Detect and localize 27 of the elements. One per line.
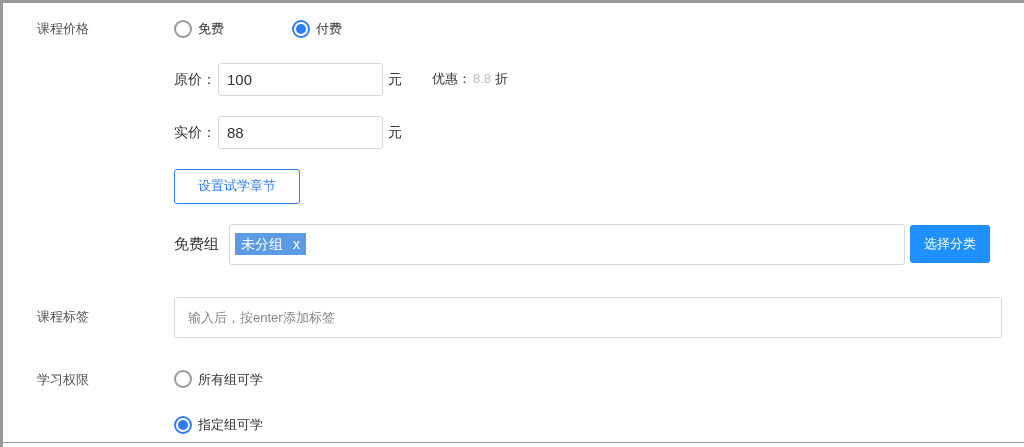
group-field[interactable]: 未分组 x [229, 223, 905, 265]
unit-label: 元 [388, 122, 402, 142]
trial-chapters-button[interactable]: 设置试学章节 [174, 168, 300, 204]
radio-label: 指定组可学 [198, 416, 263, 434]
radio-button[interactable] [292, 19, 310, 38]
tag-label: 未分组 [241, 234, 283, 254]
radio-button[interactable] [174, 415, 192, 434]
section-label: 课程价格 [36, 20, 90, 38]
section-label: 课程标签 [36, 308, 90, 327]
field-label: 免费组 [174, 233, 220, 254]
section-label: 学习权限 [36, 370, 90, 389]
field-label: 实价： [174, 122, 217, 142]
unit-label: 元 [388, 69, 402, 89]
radio-button[interactable] [174, 370, 192, 389]
tags-field[interactable]: 输入后，按enter添加标签 [174, 296, 1002, 338]
radio-label: 付费 [316, 20, 342, 38]
remove-tag-button[interactable]: x [293, 233, 300, 255]
select-category-button[interactable]: 选择分类 [910, 225, 990, 263]
radio-label: 所有组可学 [198, 370, 263, 389]
radio-label: 免费 [198, 20, 224, 38]
radio-button[interactable] [174, 19, 192, 38]
discount-value: 8.8 [473, 70, 492, 89]
discount-label: 优惠： [432, 70, 471, 89]
price-field[interactable]: 100 [218, 62, 383, 96]
discount-unit: 折 [495, 70, 509, 89]
field-label: 原价： [174, 69, 217, 89]
price-field[interactable]: 88 [218, 115, 383, 149]
